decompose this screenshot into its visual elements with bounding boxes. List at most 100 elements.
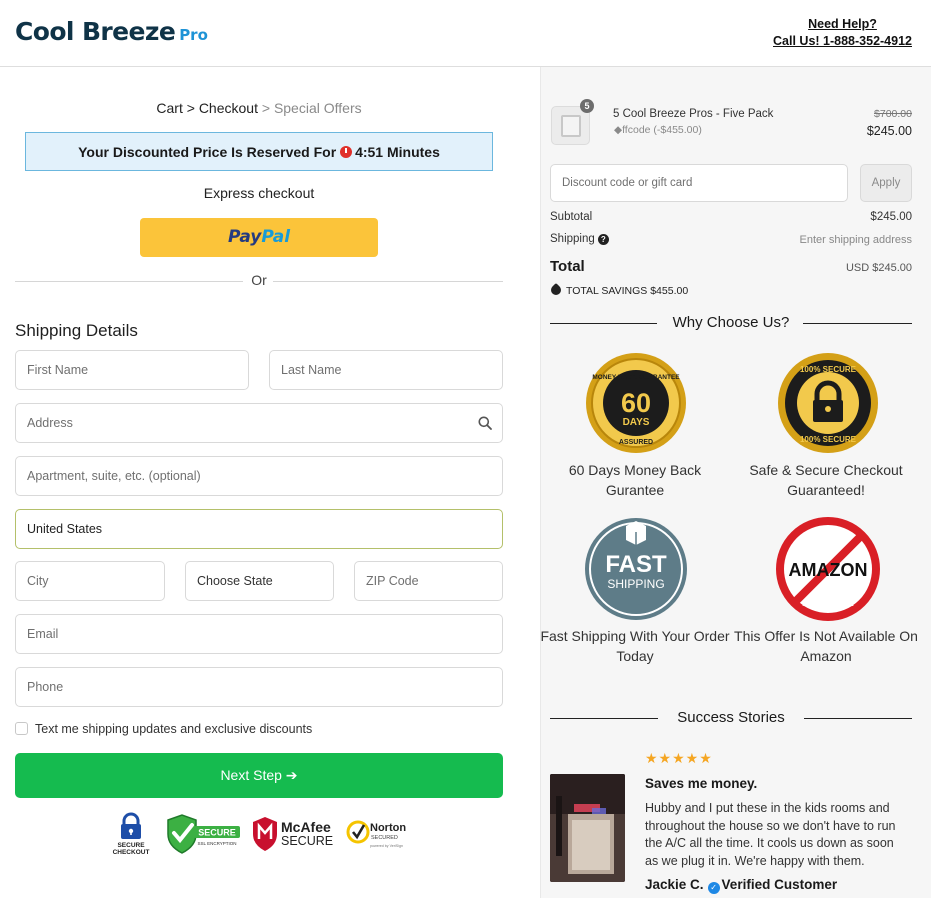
norton-text-1: Norton	[370, 822, 406, 834]
brand-logo[interactable]: Cool Breeze Pro	[15, 17, 208, 46]
help-title[interactable]: Need Help?	[773, 16, 912, 33]
help-icon[interactable]: ?	[597, 234, 609, 245]
ssl-text-2: SSL ENCRYPTION	[197, 841, 236, 846]
email-input[interactable]	[15, 614, 503, 654]
apartment-input[interactable]	[15, 456, 503, 496]
review-author: Jackie C. ✓ Verified Customer	[645, 877, 837, 894]
verified-check-icon: ✓	[707, 882, 720, 894]
next-step-button[interactable]: Next Step ➔	[15, 753, 503, 798]
help-contact[interactable]: Need Help? Call Us! 1-888-352-4912	[773, 16, 912, 50]
or-label: Or	[251, 272, 267, 288]
ssl-text-1: SECURE	[198, 828, 236, 838]
secure-checkout-text-1: SECURE	[117, 842, 145, 849]
mcafee-secure-badge: McAfee SECURE	[250, 812, 342, 858]
money-back-badge-icon: MONEY BACK GUARANTEE 60 DAYS ASSURED	[586, 353, 686, 453]
zip-input[interactable]	[354, 561, 503, 601]
tag-icon: ◆	[614, 124, 623, 136]
why-choose-us-title: Why Choose Us?	[672, 314, 790, 331]
shipping-label: Shipping?	[550, 233, 609, 245]
or-divider: Or	[15, 272, 503, 288]
sms-optin-label[interactable]: Text me shipping updates and exclusive d…	[35, 722, 312, 736]
search-icon[interactable]	[478, 416, 492, 430]
review-body: Hubby and I put these in the kids rooms …	[645, 801, 896, 868]
why-item-label: Safe & Secure Checkout Guaranteed!	[749, 462, 903, 498]
secure-lock-badge-icon: 100% SECURE 100% SECURE	[778, 353, 878, 453]
shipping-label-text: Shipping	[550, 233, 595, 245]
mcafee-text-1: McAfee	[281, 819, 331, 835]
badge-text: 100% SECURE	[800, 365, 857, 374]
breadcrumb-special-offers: Special Offers	[273, 100, 362, 116]
subtotal-label: Subtotal	[550, 211, 593, 223]
reservation-timer-banner: Your Discounted Price Is Reserved For 4:…	[25, 132, 493, 171]
badge-text: NOT AVAILABLE	[802, 601, 854, 608]
badge-text: MONEY BACK GUARANTEE	[592, 374, 680, 381]
mcafee-shield-icon: McAfee SECURE	[253, 817, 333, 851]
product-name: 5 Cool Breeze Pros - Five Pack	[613, 108, 774, 120]
timer-prefix: Your Discounted Price Is Reserved For	[78, 144, 337, 160]
discounted-price: $245.00	[866, 124, 912, 138]
badge-text: SHIPPING	[607, 577, 664, 591]
tag-icon	[548, 282, 564, 298]
breadcrumb-separator: >	[257, 100, 274, 116]
apply-discount-button[interactable]: Apply	[860, 164, 912, 202]
badge-number: 60	[621, 388, 651, 418]
norton-check-icon: Norton SECURED powered by VeriSign	[346, 820, 406, 848]
subtotal-value: $245.00	[870, 211, 912, 223]
paypal-button[interactable]: PayPal	[140, 218, 378, 257]
stopwatch-icon	[340, 146, 353, 158]
sms-optin-row[interactable]: Text me shipping updates and exclusive d…	[15, 722, 312, 736]
star-rating: ★★★★★	[645, 750, 713, 766]
fast-shipping-icon: FAST SHIPPING	[585, 518, 687, 620]
discount-code-input[interactable]: Discount code or gift card	[550, 164, 848, 202]
mcafee-text-2: SECURE	[281, 834, 333, 848]
secure-checkout-text-2: CHECKOUT	[113, 849, 150, 856]
timer-value: 4:51 Minutes	[355, 144, 440, 160]
why-item-label: Fast Shipping With Your Order Today	[540, 628, 730, 664]
site-header: Cool Breeze Pro Need Help? Call Us! 1-888…	[0, 0, 931, 67]
quantity-badge: 5	[580, 99, 594, 113]
country-select[interactable]	[15, 509, 503, 549]
review-photo	[550, 774, 625, 882]
phone-input[interactable]	[15, 667, 503, 707]
product-image	[561, 115, 581, 137]
shield-check-icon: SECURE SSL ENCRYPTION	[167, 814, 240, 854]
customer-photo-image	[550, 774, 625, 882]
norton-text-2: SECURED	[371, 835, 398, 841]
last-name-input[interactable]	[269, 350, 503, 390]
shipping-details-title: Shipping Details	[15, 321, 138, 340]
state-select[interactable]: Choose State	[185, 561, 334, 601]
badge-text: DAYS	[623, 417, 650, 428]
padlock-icon: SECURE CHECKOUT	[113, 812, 150, 856]
breadcrumb: Cart > Checkout > Special Offers	[15, 100, 503, 116]
product-discount-code: ◆ffcode (-$455.00)	[614, 124, 702, 136]
city-input[interactable]	[15, 561, 165, 601]
badge-text: ASSURED	[619, 439, 653, 446]
logo-main-text: Cool Breeze	[15, 17, 176, 46]
total-value: USD $245.00	[845, 262, 912, 274]
sms-optin-checkbox[interactable]	[15, 722, 28, 735]
secure-checkout-badge: SECURE CHECKOUT	[108, 812, 154, 858]
original-price: $700.00	[874, 108, 912, 120]
badge-text: 100% SECURE	[800, 435, 857, 444]
norton-text-3: powered by VeriSign	[370, 844, 403, 848]
breadcrumb-cart[interactable]: Cart	[156, 100, 182, 116]
why-item-label: 60 Days Money Back Gurantee	[568, 462, 702, 498]
shipping-value: Enter shipping address	[799, 234, 912, 246]
total-savings: TOTAL SAVINGS $455.00	[548, 282, 688, 298]
badge-text: THIS OFFER	[804, 531, 852, 540]
review-author-name: Jackie C.	[645, 877, 704, 892]
paypal-logo-part2: Pal	[261, 227, 291, 247]
ssl-secure-badge: SECURE SSL ENCRYPTION	[164, 812, 244, 858]
breadcrumb-separator: >	[182, 100, 199, 116]
norton-secured-badge: Norton SECURED powered by VeriSign	[346, 812, 414, 858]
why-item-label: This Offer Is Not Available On Amazon	[734, 628, 918, 664]
paypal-logo-part1: Pay	[227, 227, 262, 247]
address-input[interactable]	[15, 403, 503, 443]
help-phone-link[interactable]: Call Us! 1-888-352-4912	[773, 33, 912, 50]
breadcrumb-checkout[interactable]: Checkout	[199, 100, 258, 116]
not-on-amazon-icon: AMAZON THIS OFFER NOT AVAILABLE	[776, 517, 880, 621]
total-label: Total	[550, 258, 585, 275]
first-name-input[interactable]	[15, 350, 249, 390]
discount-code-text: ffcode (-$455.00)	[622, 124, 702, 136]
logo-sub-text: Pro	[179, 26, 208, 44]
